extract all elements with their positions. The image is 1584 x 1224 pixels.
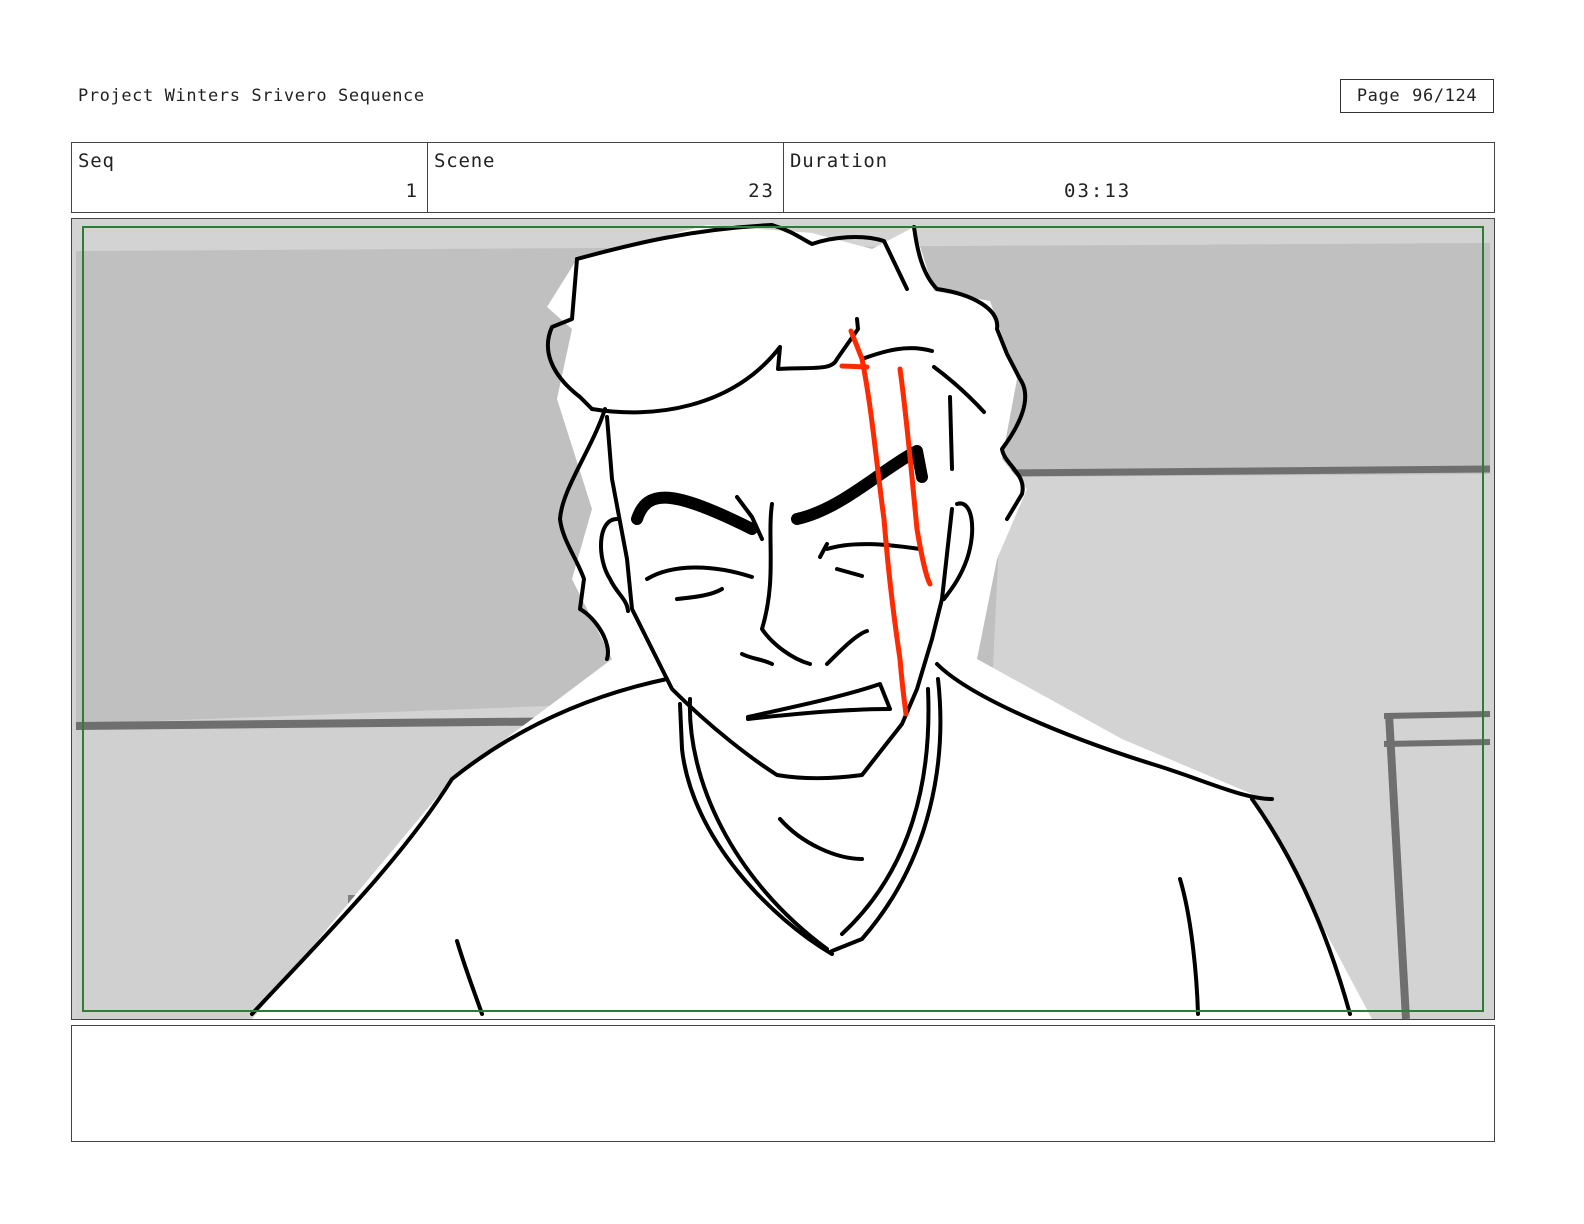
seq-cell: Seq 1 <box>72 143 428 212</box>
scene-label: Scene <box>434 150 496 172</box>
duration-label: Duration <box>790 150 888 172</box>
duration-cell: Duration 03:13 <box>784 143 1494 212</box>
notes-box[interactable] <box>71 1025 1495 1142</box>
page-label: Page <box>1356 86 1401 106</box>
shot-info-table: Seq 1 Scene 23 Duration 03:13 <box>71 142 1495 213</box>
project-title: Project Winters Srivero Sequence <box>78 86 425 106</box>
scene-value: 23 <box>748 180 775 202</box>
seq-label: Seq <box>78 150 115 172</box>
page-indicator: Page 96/124 <box>1340 79 1494 113</box>
scene-cell: Scene 23 <box>428 143 784 212</box>
page-number: 96/124 <box>1412 86 1478 106</box>
duration-value: 03:13 <box>1064 180 1132 202</box>
seq-value: 1 <box>405 180 419 202</box>
storyboard-panel <box>71 218 1495 1020</box>
storyboard-sketch <box>72 219 1494 1019</box>
